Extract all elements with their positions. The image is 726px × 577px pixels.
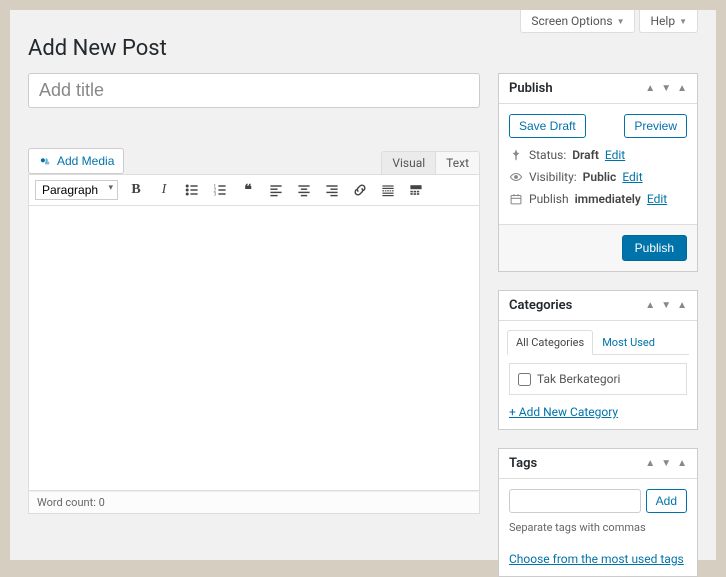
post-title-input[interactable] [28, 73, 480, 108]
align-right-button[interactable] [322, 180, 342, 200]
visibility-icon [509, 170, 523, 184]
blockquote-button[interactable]: ❝ [238, 180, 258, 200]
media-icon [38, 154, 52, 168]
move-up-icon[interactable]: ▲ [645, 458, 655, 469]
bullet-list-button[interactable] [182, 180, 202, 200]
help-label: Help [650, 14, 675, 28]
tags-input[interactable] [509, 489, 641, 513]
align-left-button[interactable] [266, 180, 286, 200]
format-select[interactable]: Paragraph [35, 180, 118, 200]
edit-status-link[interactable]: Edit [605, 148, 625, 162]
tags-hint: Separate tags with commas [509, 521, 687, 534]
status-value: Draft [572, 148, 599, 162]
publish-box: Publish ▲ ▼ ▲ Save Draft Preview Status: [498, 73, 698, 272]
save-draft-button[interactable]: Save Draft [509, 114, 586, 138]
align-center-button[interactable] [294, 180, 314, 200]
toggle-panel-icon[interactable]: ▲ [677, 458, 687, 469]
page-title: Add New Post [28, 36, 698, 61]
add-tag-button[interactable]: Add [646, 489, 687, 513]
toggle-panel-icon[interactable]: ▲ [677, 83, 687, 94]
choose-tags-link[interactable]: Choose from the most used tags [509, 552, 684, 566]
visibility-value: Public [583, 170, 617, 184]
category-item[interactable]: Tak Berkategori [518, 372, 678, 386]
screen-options-tab[interactable]: Screen Options ▼ [520, 10, 635, 33]
category-list: Tak Berkategori [509, 363, 687, 395]
editor-content-area[interactable] [28, 206, 480, 491]
move-up-icon[interactable]: ▲ [645, 300, 655, 311]
category-label: Tak Berkategori [537, 372, 620, 386]
categories-box-title: Categories [509, 298, 572, 313]
move-down-icon[interactable]: ▼ [661, 83, 671, 94]
category-checkbox[interactable] [518, 373, 531, 386]
categories-tab-all[interactable]: All Categories [507, 330, 593, 355]
pin-icon [509, 148, 523, 162]
move-up-icon[interactable]: ▲ [645, 83, 655, 94]
schedule-value: immediately [575, 192, 641, 206]
preview-button[interactable]: Preview [624, 114, 687, 138]
toggle-panel-icon[interactable]: ▲ [677, 300, 687, 311]
caret-down-icon: ▼ [617, 17, 625, 26]
publish-box-title: Publish [509, 81, 553, 96]
editor-toolbar: Paragraph B I 123 ❝ [28, 174, 480, 206]
tags-box-title: Tags [509, 456, 537, 471]
svg-text:3: 3 [214, 193, 217, 198]
move-down-icon[interactable]: ▼ [661, 300, 671, 311]
add-media-button[interactable]: Add Media [28, 148, 124, 174]
schedule-label: Publish [529, 192, 569, 206]
move-down-icon[interactable]: ▼ [661, 458, 671, 469]
publish-button[interactable]: Publish [622, 235, 687, 261]
calendar-icon [509, 192, 523, 206]
word-count: Word count: 0 [28, 491, 480, 514]
toolbar-toggle-button[interactable] [406, 180, 426, 200]
link-button[interactable] [350, 180, 370, 200]
categories-tab-most-used[interactable]: Most Used [593, 330, 664, 355]
screen-options-label: Screen Options [531, 14, 612, 28]
editor-tab-text[interactable]: Text [436, 151, 480, 174]
italic-button[interactable]: I [154, 180, 174, 200]
categories-box: Categories ▲ ▼ ▲ All Categories Most Use… [498, 290, 698, 430]
read-more-button[interactable] [378, 180, 398, 200]
visibility-label: Visibility: [529, 170, 577, 184]
numbered-list-button[interactable]: 123 [210, 180, 230, 200]
add-media-label: Add Media [57, 154, 114, 168]
caret-down-icon: ▼ [679, 17, 687, 26]
editor-tab-visual[interactable]: Visual [381, 151, 436, 174]
help-tab[interactable]: Help ▼ [639, 10, 698, 33]
tags-box: Tags ▲ ▼ ▲ Add Separate tags with commas… [498, 448, 698, 577]
bold-button[interactable]: B [126, 180, 146, 200]
add-category-link[interactable]: + Add New Category [509, 405, 618, 419]
status-label: Status: [529, 148, 566, 162]
edit-schedule-link[interactable]: Edit [647, 192, 667, 206]
edit-visibility-link[interactable]: Edit [622, 170, 642, 184]
